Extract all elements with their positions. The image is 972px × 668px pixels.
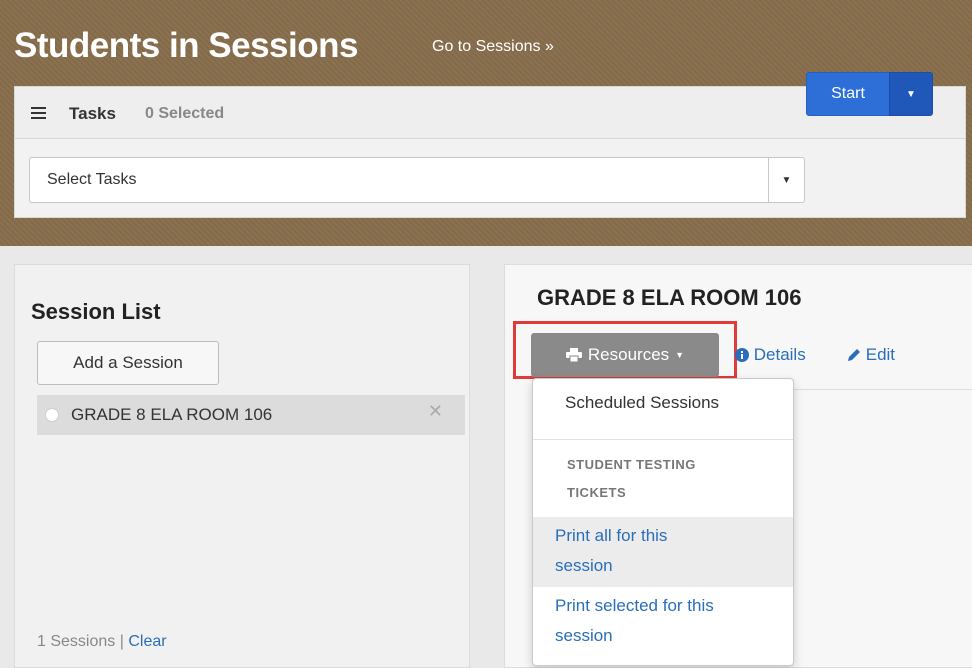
tasks-label: Tasks [69, 104, 116, 123]
add-session-button[interactable]: Add a Session [37, 341, 219, 385]
menu-item-scheduled-sessions[interactable]: Scheduled Sessions [565, 393, 825, 413]
details-link[interactable]: Details [735, 345, 806, 365]
start-button[interactable]: Start [806, 72, 890, 116]
session-list-footer: 1 Sessions | Clear [37, 633, 167, 651]
session-list-panel: Session List Add a Session GRADE 8 ELA R… [14, 264, 470, 668]
clear-link[interactable]: Clear [128, 633, 166, 650]
tasks-list-icon [31, 107, 46, 119]
print-icon [565, 348, 582, 362]
session-count: 1 Sessions | [37, 633, 124, 650]
menu-item-label: Scheduled Sessions [565, 393, 720, 412]
pencil-icon [848, 349, 860, 361]
menu-item-print-selected[interactable]: Print selected for this session [533, 591, 793, 651]
session-list-title: Session List [31, 299, 161, 324]
menu-section-header-line: STUDENT TESTING [567, 457, 696, 472]
menu-item-print-all[interactable]: Print all for this session [533, 517, 793, 587]
menu-divider [533, 439, 793, 440]
resources-button[interactable]: Resources ▼ [531, 333, 719, 377]
list-item[interactable]: GRADE 8 ELA ROOM 106 ✕ [37, 395, 465, 435]
caret-down-icon: ▼ [675, 350, 685, 360]
menu-item-label: session [555, 556, 613, 575]
session-radio[interactable] [45, 408, 59, 422]
page-header: Students in Sessions Go to Sessions » Ta… [0, 0, 972, 246]
go-to-sessions-link[interactable]: Go to Sessions » [432, 38, 554, 56]
page-title: Students in Sessions [14, 26, 358, 65]
start-dropdown-caret-icon[interactable]: ▼ [889, 72, 933, 116]
session-item-label: GRADE 8 ELA ROOM 106 [71, 405, 273, 424]
menu-section-header-line: TICKETS [567, 485, 627, 500]
caret-down-icon[interactable]: ▼ [768, 158, 804, 202]
details-link-label: Details [753, 345, 806, 364]
menu-item-label: session [555, 626, 613, 645]
edit-link-label: Edit [865, 345, 896, 364]
menu-item-label: Print all for this [555, 526, 668, 545]
select-tasks-value: Select Tasks [47, 171, 137, 188]
close-icon[interactable]: ✕ [428, 401, 443, 422]
menu-item-label: Print selected for this [555, 596, 714, 615]
edit-link[interactable]: Edit [847, 345, 895, 365]
tasks-selected-count: 0 Selected [145, 105, 225, 122]
session-detail-title: GRADE 8 ELA ROOM 106 [537, 285, 802, 310]
resources-dropdown-menu: Scheduled Sessions STUDENT TESTING TICKE… [532, 378, 794, 666]
select-tasks-dropdown[interactable]: Select Tasks ▼ [29, 157, 805, 203]
resources-button-label: Resources [587, 345, 670, 364]
info-icon [735, 348, 749, 362]
menu-section-header: STUDENT TESTING TICKETS [567, 451, 696, 507]
